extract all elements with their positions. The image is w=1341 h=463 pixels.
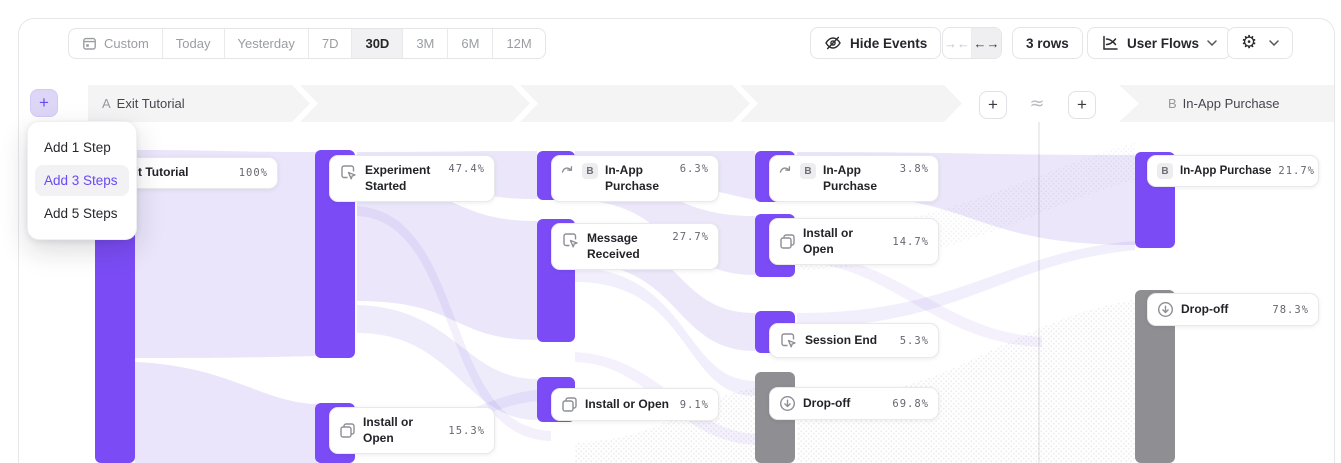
node-label: In-App Purchase [1180, 164, 1271, 179]
trend-arrow-icon [779, 163, 793, 175]
node-card-session-end[interactable]: Session End 5.3% [769, 323, 939, 358]
node-percent: 69.8% [892, 398, 929, 410]
menu-item-add-1-step[interactable]: Add 1 Step [35, 132, 129, 163]
node-percent: 5.3% [900, 335, 929, 347]
trend-arrow-icon [561, 163, 575, 175]
node-percent: 14.7% [892, 236, 929, 248]
cursor-click-icon [561, 231, 580, 250]
node-percent: 78.3% [1272, 304, 1309, 316]
node-card-drop-off-78[interactable]: Drop-off 78.3% [1147, 293, 1319, 326]
node-label: Experiment Started [365, 163, 441, 194]
node-percent: 3.8% [900, 163, 929, 175]
node-card-experiment-started[interactable]: Experiment Started 47.4% [329, 155, 495, 202]
node-card-in-app-purchase-21[interactable]: B In-App Purchase 21.7% [1147, 155, 1319, 187]
menu-item-add-3-steps[interactable]: Add 3 Steps [35, 165, 129, 196]
node-card-in-app-purchase-3[interactable]: B In-App Purchase 3.8% [769, 155, 939, 202]
event-b-badge: B [1157, 163, 1173, 179]
node-label: Drop-off [803, 396, 885, 412]
add-steps-menu: Add 1 Step Add 3 Steps Add 5 Steps [27, 121, 137, 240]
layers-icon [561, 396, 578, 413]
node-percent: 47.4% [448, 163, 485, 175]
node-card-install-or-open-14[interactable]: Install or Open 14.7% [769, 218, 939, 265]
layers-icon [779, 233, 796, 250]
node-card-drop-off-69[interactable]: Drop-off 69.8% [769, 387, 939, 420]
node-card-in-app-purchase-6[interactable]: B In-App Purchase 6.3% [551, 155, 719, 202]
node-card-message-received[interactable]: Message Received 27.7% [551, 223, 719, 270]
node-percent: 21.7% [1278, 165, 1315, 177]
event-b-badge: B [582, 163, 598, 179]
node-label: Session End [805, 333, 893, 349]
node-label: Install or Open [585, 397, 673, 413]
node-card-install-or-open-15[interactable]: Install or Open 15.3% [329, 407, 495, 454]
node-label: Message Received [587, 231, 665, 262]
node-label: In-App Purchase [605, 163, 673, 194]
user-flows-screen: Custom Today Yesterday 7D 30D 3M 6M 12M … [0, 0, 1341, 463]
node-label: Drop-off [1181, 302, 1265, 318]
cursor-click-icon [339, 163, 358, 182]
node-percent: 100% [239, 167, 268, 179]
node-label: Install or Open [803, 226, 885, 257]
node-label: In-App Purchase [823, 163, 893, 194]
drop-off-icon [1157, 301, 1174, 318]
menu-item-add-5-steps[interactable]: Add 5 Steps [35, 198, 129, 229]
layers-icon [339, 422, 356, 439]
node-label: Install or Open [363, 415, 441, 446]
drop-off-icon [779, 395, 796, 412]
node-percent: 15.3% [448, 425, 485, 437]
node-card-install-or-open-9[interactable]: Install or Open 9.1% [551, 388, 719, 421]
cursor-click-icon [779, 331, 798, 350]
node-percent: 27.7% [672, 231, 709, 243]
node-percent: 9.1% [680, 399, 709, 411]
node-percent: 6.3% [680, 163, 709, 175]
event-b-badge: B [800, 163, 816, 179]
